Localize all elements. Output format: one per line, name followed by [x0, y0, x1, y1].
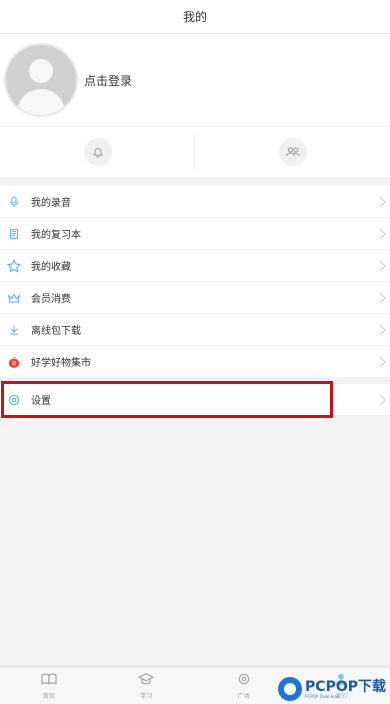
menu-item-offline-download[interactable]: 离线包下载 — [0, 314, 390, 346]
top-header: 我的 — [0, 0, 390, 34]
download-icon — [6, 322, 22, 338]
chevron-right-icon — [374, 323, 386, 336]
nav-tab-square[interactable]: 广场 — [195, 667, 293, 704]
chevron-right-icon — [374, 355, 386, 368]
nav-label: 广场 — [237, 693, 250, 700]
notifications-button[interactable] — [0, 134, 195, 170]
chevron-right-icon — [374, 393, 386, 406]
chevron-right-icon — [374, 195, 386, 208]
chevron-right-icon — [374, 227, 386, 240]
avatar[interactable] — [4, 43, 78, 117]
menu-item-label: 会员消费 — [31, 294, 71, 305]
star-icon — [6, 258, 22, 274]
menu-item-label: 我的录音 — [31, 198, 71, 209]
menu-item-label: 我的复习本 — [31, 230, 81, 241]
menu-item-membership[interactable]: 会员消费 — [0, 282, 390, 314]
shop-bag-icon: 市 — [6, 354, 22, 370]
menu-item-label: 离线包下载 — [31, 326, 81, 337]
quick-actions — [0, 127, 390, 178]
nav-label: 学习 — [140, 693, 153, 700]
menu-list: 我的录音 我的复习本 我的收藏 会员消费 离线包下载 市 好学好物集市 — [0, 186, 390, 377]
gear-icon — [6, 392, 22, 408]
chevron-right-icon — [374, 259, 386, 272]
menu-item-label: 好学好物集市 — [31, 358, 91, 369]
nav-tab-study[interactable]: 学习 — [98, 667, 196, 704]
nav-label: 我的 — [335, 693, 348, 700]
chevron-right-icon — [374, 291, 386, 304]
profile-page: 我的 点击登录 我的录音 我的复习本 我的收藏 会员消费 离线包下载 市 好学好… — [0, 0, 390, 704]
square-icon — [236, 671, 252, 690]
nav-label: 首页 — [42, 693, 55, 700]
menu-item-favorites[interactable]: 我的收藏 — [0, 250, 390, 282]
nav-tab-mine[interactable]: 我的 — [293, 667, 390, 704]
settings-section: 设置 — [0, 381, 390, 418]
nav-tab-home[interactable]: 首页 — [0, 667, 98, 704]
graduation-cap-icon — [137, 671, 155, 690]
page-title: 我的 — [182, 10, 207, 24]
friends-button[interactable] — [195, 134, 390, 170]
profile-card[interactable]: 点击登录 — [0, 34, 390, 127]
microphone-icon — [6, 194, 22, 210]
profile-icon — [333, 671, 349, 690]
book-icon — [40, 671, 58, 690]
menu-item-market[interactable]: 市 好学好物集市 — [0, 346, 390, 377]
login-link[interactable]: 点击登录 — [84, 72, 132, 89]
menu-item-label: 我的收藏 — [31, 262, 71, 273]
users-icon — [278, 138, 307, 166]
menu-item-settings[interactable]: 设置 — [0, 384, 390, 416]
menu-item-label: 设置 — [31, 396, 51, 407]
crown-icon — [6, 290, 22, 306]
section-divider — [0, 178, 390, 186]
notebook-icon — [6, 226, 22, 242]
menu-item-review-book[interactable]: 我的复习本 — [0, 218, 390, 250]
menu-item-recordings[interactable]: 我的录音 — [0, 186, 390, 218]
bell-icon — [83, 138, 112, 166]
bottom-navigation: 首页 学习 广场 我的 — [0, 666, 390, 704]
